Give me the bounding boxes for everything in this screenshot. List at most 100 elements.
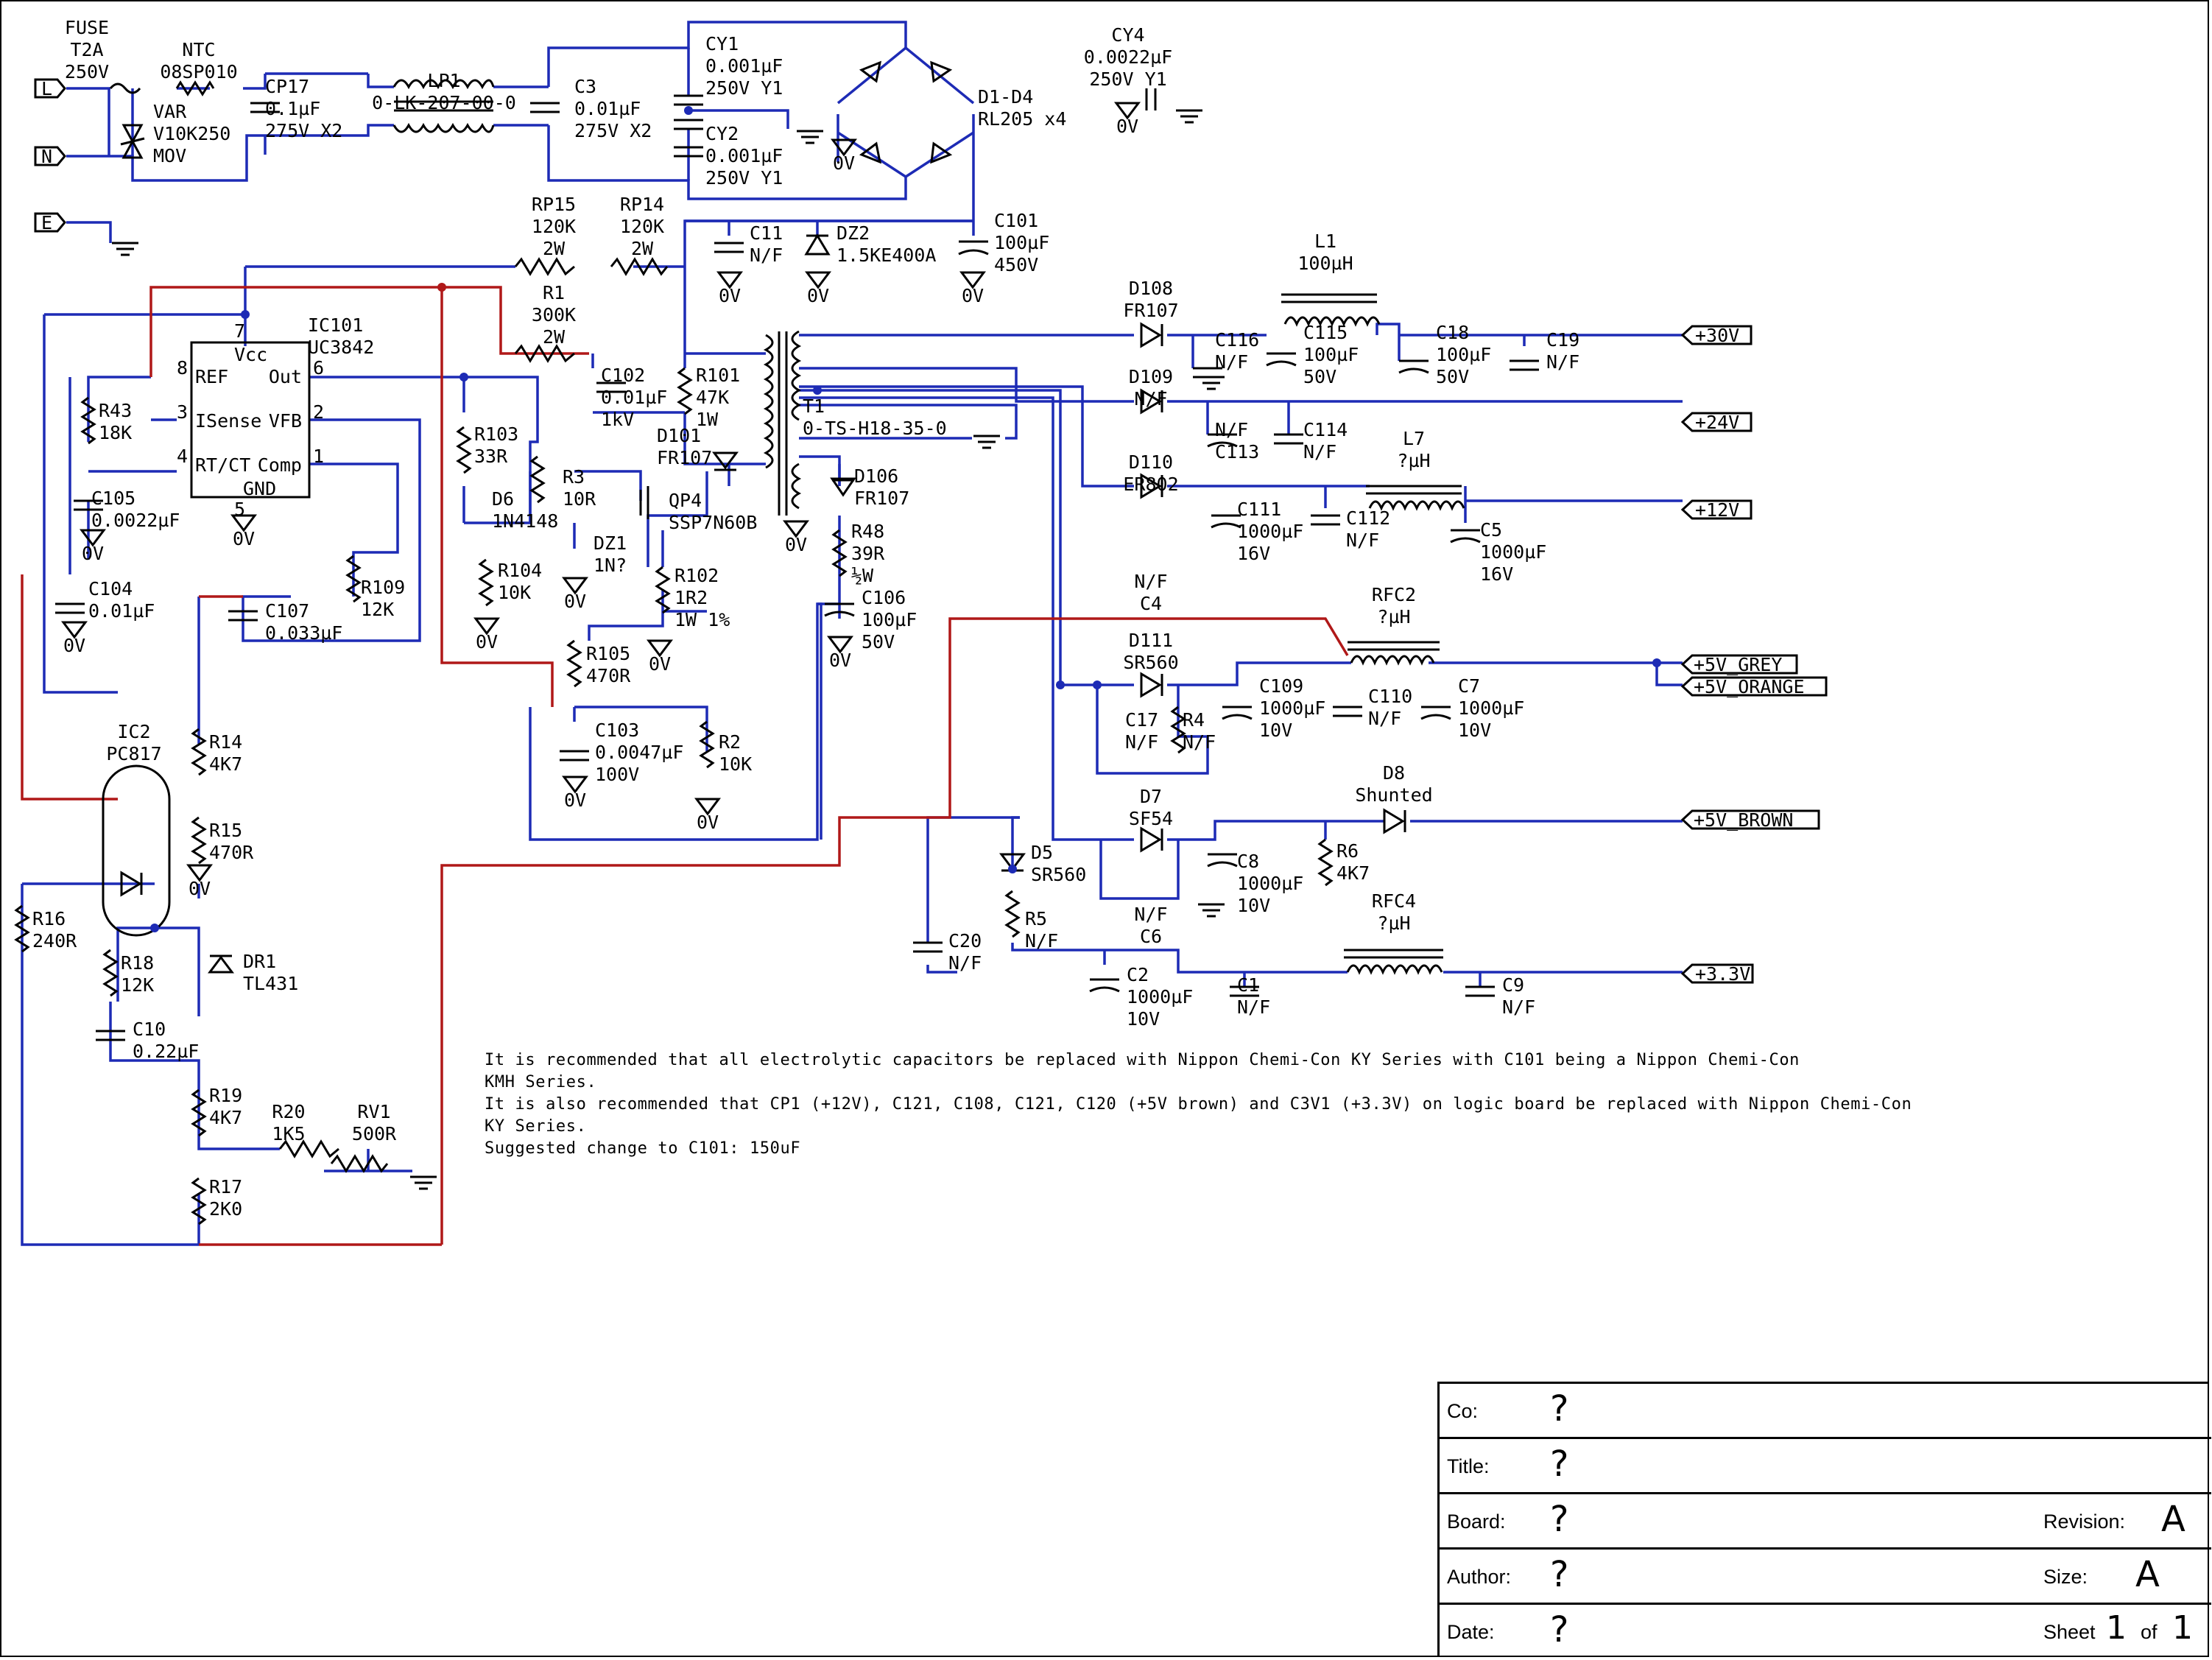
c110-label-0: C110: [1368, 686, 1412, 707]
rp14-label-1: 120K: [620, 216, 664, 237]
c1-label-0: C1: [1237, 974, 1259, 996]
r48-label-2: ½W: [851, 565, 874, 586]
c9-label-1: N/F: [1502, 996, 1535, 1018]
ic2-label-1: PC817: [106, 743, 161, 764]
c111-label-2: 16V: [1237, 543, 1270, 564]
c112-label-0: C112: [1346, 507, 1390, 529]
c11-label-0: C11: [750, 222, 783, 244]
cp17-label-0: CP17: [265, 76, 309, 97]
revision-label: Revision:: [2043, 1510, 2126, 1533]
ic101-pin-label-7: GND: [243, 478, 276, 499]
c115-label-1: 100µF: [1303, 344, 1359, 365]
date-value: ?: [1550, 1609, 1569, 1650]
r1-label-1: 300K: [532, 304, 576, 326]
of-value: 1: [2172, 1609, 2193, 1647]
d101-label-0: D101: [657, 425, 701, 446]
schematic-sheet: +30V +24V +12V +5V_GREY +5V_ORANGE +5V_B…: [0, 0, 2212, 1660]
r4-label-0: R4: [1183, 709, 1205, 731]
date-label: Date:: [1447, 1621, 1495, 1643]
ic101-pin-label-13: 4: [177, 446, 188, 467]
title-block-row-co: Co: ?: [1440, 1384, 2211, 1439]
ground-symbols: [110, 109, 1226, 1190]
r15-label-0: R15: [209, 820, 242, 841]
ntc-label-1: 08SP010: [160, 61, 237, 82]
c10-label-1: 0.22µF: [133, 1041, 199, 1062]
d109-label-1: N/F: [1134, 388, 1167, 409]
dr1-label-0: DR1: [243, 951, 276, 972]
cy1-label-2: 250V Y1: [705, 77, 783, 99]
c106-label-2: 50V: [862, 631, 895, 653]
zero-volt-label: 0V: [719, 285, 741, 306]
zero-volt-label: 0V: [697, 812, 719, 833]
qp4-label-1: SSP7N60B: [669, 512, 757, 533]
c8-label-0: C8: [1237, 851, 1259, 872]
ic101-pin-label-14: 1: [313, 446, 324, 467]
cy1-label-0: CY1: [705, 33, 739, 54]
c111-label-0: C111: [1237, 499, 1281, 520]
c110-label-1: N/F: [1368, 708, 1401, 729]
d110-label-0: D110: [1129, 451, 1173, 473]
c106-label-1: 100µF: [862, 609, 917, 630]
output-label-5v-grey: +5V_GREY: [1694, 654, 1782, 675]
cy4-label-2: 250V Y1: [1089, 68, 1166, 90]
qp4-label-0: QP4: [669, 490, 702, 511]
d101-label-1: FR107: [657, 447, 712, 468]
r18-label-1: 12K: [121, 974, 154, 996]
r105-label-1: 470R: [586, 665, 631, 686]
c114-label-1: N/F: [1303, 441, 1336, 463]
zero-volt-label: 0V: [233, 528, 255, 549]
r16-label-1: 240R: [32, 930, 77, 952]
r1-label-0: R1: [543, 282, 565, 303]
c8-label-1: 1000µF: [1237, 873, 1303, 894]
c109-label-2: 10V: [1259, 720, 1292, 741]
d111-label-1: SR560: [1123, 652, 1178, 673]
r48-label-0: R48: [851, 521, 884, 542]
c113-label-0: N/F: [1215, 419, 1248, 440]
ic101-pin-label-2: Out: [269, 366, 302, 387]
r16-label-0: R16: [32, 908, 66, 929]
zero-volt-label: 0V: [1116, 116, 1138, 137]
c11-label-1: N/F: [750, 245, 783, 266]
ic101-pin-label-5: RT/CT: [195, 454, 250, 476]
c18-label-1: 100µF: [1436, 344, 1491, 365]
zero-volt-label: 0V: [476, 631, 498, 653]
c101-label-1: 100µF: [994, 232, 1049, 253]
rv1-label-0: RV1: [357, 1101, 390, 1122]
l7-label-0: L7: [1403, 428, 1425, 449]
c20-label-1: N/F: [948, 952, 982, 974]
dr1-label-1: TL431: [243, 973, 298, 994]
c19-label-0: C19: [1546, 329, 1579, 351]
c103-label-1: 0.0047µF: [595, 742, 683, 763]
dz2-label-1: 1.5KE400A: [836, 245, 936, 266]
r48-label-1: 39R: [851, 543, 885, 564]
rp14-label-0: RP14: [620, 194, 664, 215]
r109-label-1: 12K: [361, 599, 394, 620]
board-value: ?: [1550, 1499, 1569, 1540]
d8-label-1: Shunted: [1355, 784, 1432, 806]
ic101-pin-label-8: 7: [234, 320, 245, 342]
note-line-2: KMH Series.: [485, 1073, 597, 1091]
output-label-30v: +30V: [1695, 325, 1739, 346]
fuse-label-1: T2A: [70, 39, 103, 60]
c102-label-2: 1kV: [601, 409, 634, 430]
cy4-label-0: CY4: [1111, 24, 1144, 46]
l1-label-1: 100µH: [1297, 253, 1353, 274]
c112-label-1: N/F: [1346, 530, 1379, 551]
r3-label-0: R3: [563, 466, 585, 488]
zero-volt-label: 0V: [962, 285, 984, 306]
title-block-row-board: Board: ? Revision: A: [1440, 1494, 2211, 1550]
c7-label-1: 1000µF: [1458, 697, 1524, 719]
r101-label-0: R101: [696, 365, 740, 386]
c17-label-1: N/F: [1125, 731, 1158, 753]
cy2-label-2: 250V Y1: [705, 167, 783, 189]
title-label: Title:: [1447, 1455, 1490, 1477]
r20-label-0: R20: [272, 1101, 305, 1122]
c102-label-0: C102: [601, 365, 645, 386]
output-label-3v3: +3.3V: [1695, 963, 1750, 985]
c2-label-1: 1000µF: [1127, 986, 1193, 1007]
c113-label-1: C113: [1215, 441, 1259, 463]
r102-label-1: 1R2: [674, 587, 708, 608]
c103-label-0: C103: [595, 720, 639, 741]
ic101-pin-label-3: ISense: [195, 410, 261, 432]
title-block-row-author: Author: ? Size: A: [1440, 1550, 2211, 1605]
